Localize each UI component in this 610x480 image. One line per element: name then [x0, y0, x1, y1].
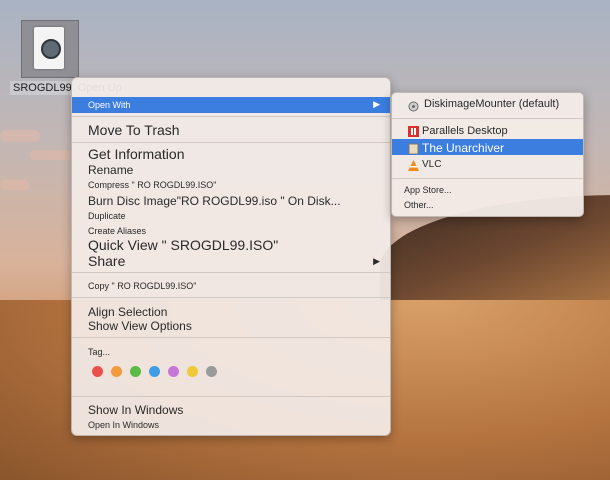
- menu-item-rename[interactable]: Rename: [88, 163, 133, 177]
- separator: [72, 396, 390, 397]
- submenu-item-diskimagemounter[interactable]: DiskimageMounter (default): [424, 98, 559, 110]
- separator: [72, 337, 390, 338]
- submenu-item-other[interactable]: Other...: [404, 200, 434, 210]
- submenu-item-vlc[interactable]: VLC: [422, 159, 441, 170]
- separator: [72, 116, 390, 117]
- submenu-item-app-store[interactable]: App Store...: [404, 185, 452, 195]
- separator: [392, 118, 583, 119]
- menu-item-share[interactable]: Share: [88, 253, 125, 269]
- menu-item-compress[interactable]: Compress " RO ROGDL99.ISO": [88, 180, 216, 190]
- menu-item-move-to-trash[interactable]: Move To Trash: [88, 122, 180, 138]
- open-with-submenu: DiskimageMounter (default) Parallels Des…: [391, 92, 584, 217]
- tag-color-dot[interactable]: [206, 366, 217, 377]
- tag-color-dot[interactable]: [168, 366, 179, 377]
- menu-item-show-in-windows[interactable]: Show In Windows: [88, 403, 183, 417]
- tag-color-dot[interactable]: [149, 366, 160, 377]
- disk-icon: [41, 39, 61, 59]
- menu-item-duplicate[interactable]: Duplicate: [88, 211, 126, 221]
- cloud: [0, 180, 30, 190]
- menu-item-quick-view[interactable]: Quick View " SROGDL99.ISO": [88, 237, 278, 253]
- menu-item-show-view-options[interactable]: Show View Options: [88, 319, 192, 333]
- tag-color-dot[interactable]: [92, 366, 103, 377]
- menu-item-create-aliases[interactable]: Create Aliases: [88, 226, 146, 236]
- menu-item-open-with[interactable]: Open With: [88, 100, 131, 110]
- separator: [392, 178, 583, 179]
- submenu-item-parallels-desktop[interactable]: Parallels Desktop: [422, 125, 508, 137]
- iso-file-icon[interactable]: [21, 20, 79, 78]
- submenu-arrow-icon: ▶: [373, 99, 380, 109]
- menu-item-align-selection[interactable]: Align Selection: [88, 305, 167, 319]
- separator: [72, 272, 390, 273]
- menu-item-copy[interactable]: Copy " RO ROGDL99.ISO": [88, 281, 196, 291]
- tag-color-dot[interactable]: [187, 366, 198, 377]
- tag-color-dot[interactable]: [130, 366, 141, 377]
- cloud: [0, 130, 40, 142]
- disk-image-mounter-icon: [408, 99, 419, 112]
- menu-item-burn-disc-image[interactable]: Burn Disc Image"RO ROGDL99.iso " On Disk…: [88, 194, 341, 208]
- vlc-icon: [408, 158, 419, 171]
- unarchiver-icon: [408, 141, 419, 155]
- menu-item-tags[interactable]: Tag...: [88, 347, 110, 357]
- tag-color-dot[interactable]: [111, 366, 122, 377]
- separator: [72, 142, 390, 143]
- menu-item-open-in-windows[interactable]: Open In Windows: [88, 420, 159, 430]
- submenu-item-the-unarchiver[interactable]: The Unarchiver: [422, 141, 504, 155]
- menu-item-get-information[interactable]: Get Information: [88, 146, 185, 162]
- parallels-desktop-icon: [408, 124, 419, 137]
- context-menu: Open With ▶ Move To Trash Get Informatio…: [71, 77, 391, 436]
- separator: [72, 297, 390, 298]
- share-arrow-icon: ▶: [373, 256, 380, 266]
- cloud: [30, 150, 75, 160]
